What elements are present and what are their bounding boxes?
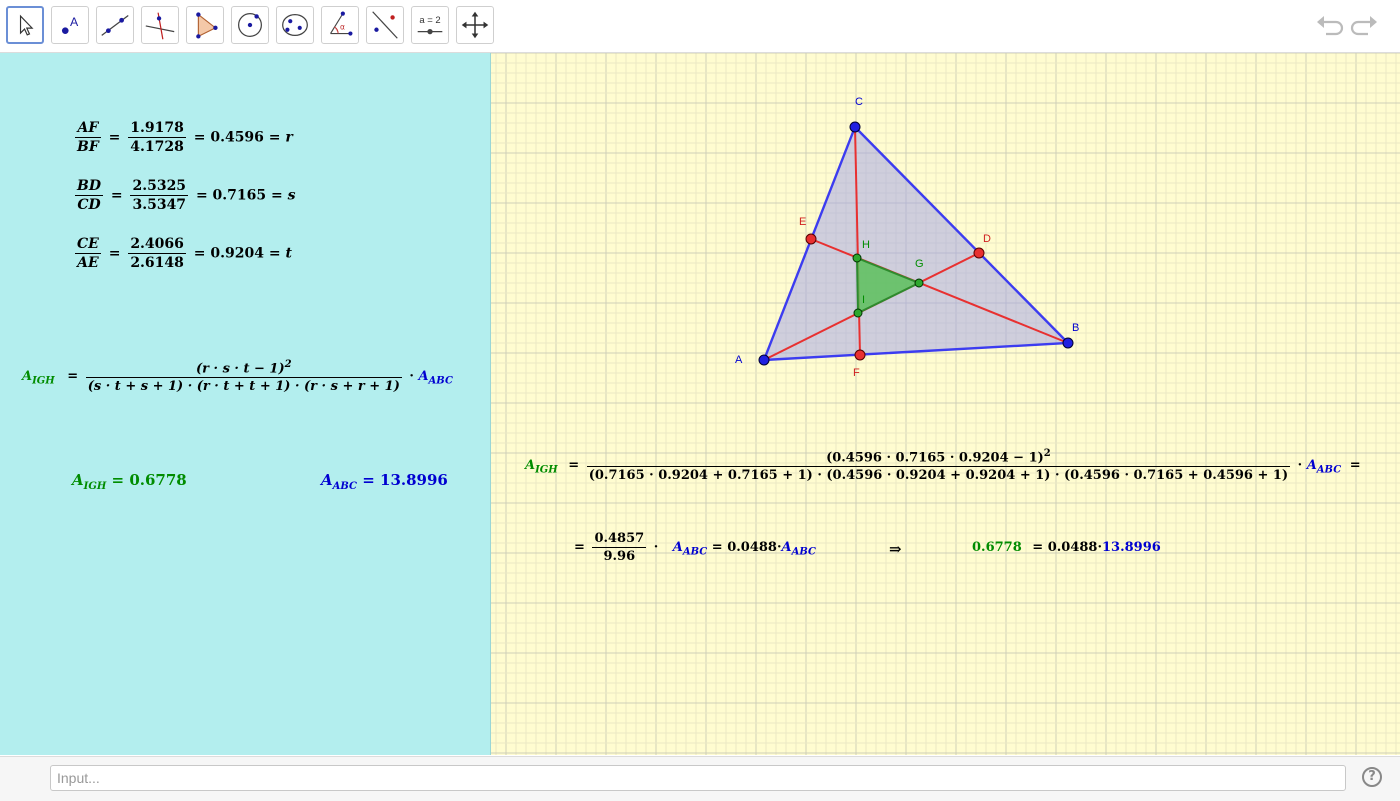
geometry-construction <box>758 121 1074 366</box>
redo-button[interactable] <box>1350 12 1380 40</box>
cursor-arrow-icon <box>19 14 34 36</box>
point-h[interactable] <box>852 253 862 263</box>
var-r: r <box>285 129 293 146</box>
routh-formula[interactable]: AIGH = (r · s · t − 1)2 (s · t + s + 1) ·… <box>22 359 453 394</box>
point-e[interactable] <box>805 233 817 245</box>
label-g: G <box>915 258 924 270</box>
conic-icon <box>282 13 308 37</box>
point-c[interactable] <box>849 121 861 133</box>
calc1-fraction: (0.4596 · 0.7165 · 0.9204 − 1)2 (0.7165 ·… <box>586 448 1291 484</box>
ratio-t-values: 2.4066 2.6148 <box>128 236 186 271</box>
label-e: E <box>799 216 807 228</box>
label-b: B <box>1072 322 1080 334</box>
polygon-icon <box>196 12 218 39</box>
calc2-fraction: 0.4857 9.96 <box>592 531 647 564</box>
point-f[interactable] <box>854 349 866 361</box>
area-calculation-step2[interactable]: = 0.4857 9.96 · AABC = 0.0488·AABC <box>574 531 816 564</box>
angle-icon: α <box>330 11 353 36</box>
undo-button[interactable] <box>1314 12 1344 40</box>
var-t: t <box>285 245 292 262</box>
perpendicular-line-tool-button[interactable] <box>141 6 179 44</box>
label-i: I <box>862 294 866 306</box>
ratio-r-equation[interactable]: AF BF = 1.9178 4.1728 = 0.4596 = r <box>72 120 293 155</box>
ratio-r-result: = 0.4596 = <box>193 129 281 146</box>
area-calculation-step1[interactable]: AIGH = (0.4596 · 0.7165 · 0.9204 − 1)2 (0… <box>525 448 1361 483</box>
slider-tool-button[interactable]: a = 2 <box>411 6 449 44</box>
point-g[interactable] <box>914 278 924 288</box>
area-igh-value[interactable]: AIGH = 0.6778 <box>72 471 187 492</box>
ratio-r-values: 1.9178 4.1728 <box>128 120 186 155</box>
point-b[interactable] <box>1062 337 1074 349</box>
circle-tool-button[interactable] <box>231 6 269 44</box>
formula-fraction: (r · s · t − 1)2 (s · t + s + 1) · (r · t… <box>85 359 402 395</box>
move-arrows-icon <box>461 11 489 39</box>
perpendicular-line-icon <box>145 12 175 40</box>
implies-arrow: ⇒ <box>889 540 902 558</box>
label-d: D <box>983 233 991 245</box>
reflect-tool-button[interactable] <box>366 6 404 44</box>
help-icon[interactable]: ? <box>1362 767 1382 787</box>
toolbar: A α a = 2 <box>0 0 1400 53</box>
point-i[interactable] <box>853 308 863 318</box>
graphics-view[interactable]: A B C D E F G H I AIGH = (0.4596 · 0.716… <box>491 53 1400 755</box>
slider-icon: a = 2 <box>417 15 443 35</box>
label-c: C <box>855 96 863 108</box>
input-bar: Input... ? <box>0 756 1400 801</box>
ratio-s-values: 2.5325 3.5347 <box>130 178 189 213</box>
formula-aabc-label: AABC <box>418 369 453 387</box>
ratio-bd-cd: BD CD <box>75 178 103 213</box>
undo-icon <box>1317 16 1344 36</box>
ratio-af-bf: AF BF <box>75 120 101 155</box>
redo-icon <box>1350 16 1377 36</box>
ratio-s-result: = 0.7165 = <box>195 187 283 204</box>
point-d[interactable] <box>973 247 985 259</box>
point-tool-button[interactable]: A <box>51 6 89 44</box>
area-abc-value[interactable]: AABC = 13.8996 <box>321 471 448 492</box>
move-tool-button[interactable] <box>6 6 44 44</box>
label-h: H <box>862 239 870 251</box>
algebra-view: AF BF = 1.9178 4.1728 = 0.4596 = r BD CD = … <box>0 53 491 755</box>
line-icon <box>101 15 129 36</box>
angle-tool-button[interactable]: α <box>321 6 359 44</box>
ratio-ce-ae: CE AE <box>75 236 101 271</box>
point-a[interactable] <box>758 354 770 366</box>
point-icon: A <box>61 15 79 34</box>
area-result-numeric[interactable]: 0.6778 = 0.0488·13.8996 <box>972 540 1161 555</box>
svg-text:a = 2: a = 2 <box>419 15 440 26</box>
move-graphics-view-tool-button[interactable] <box>456 6 494 44</box>
conic-tool-button[interactable] <box>276 6 314 44</box>
ratio-t-result: = 0.9204 = <box>193 245 281 262</box>
svg-text:A: A <box>70 15 79 29</box>
label-a: A <box>735 354 743 366</box>
label-f: F <box>853 367 860 379</box>
reflect-line-icon <box>372 11 398 39</box>
var-s: s <box>287 187 296 204</box>
formula-aigh-label: AIGH <box>22 369 55 387</box>
ratio-t-equation[interactable]: CE AE = 2.4066 2.6148 = 0.9204 = t <box>72 236 292 271</box>
ratio-s-equation[interactable]: BD CD = 2.5325 3.5347 = 0.7165 = s <box>72 178 296 213</box>
input-field[interactable]: Input... <box>50 765 1346 791</box>
polygon-tool-button[interactable] <box>186 6 224 44</box>
line-tool-button[interactable] <box>96 6 134 44</box>
svg-text:α: α <box>340 23 345 32</box>
circle-icon <box>238 13 262 37</box>
